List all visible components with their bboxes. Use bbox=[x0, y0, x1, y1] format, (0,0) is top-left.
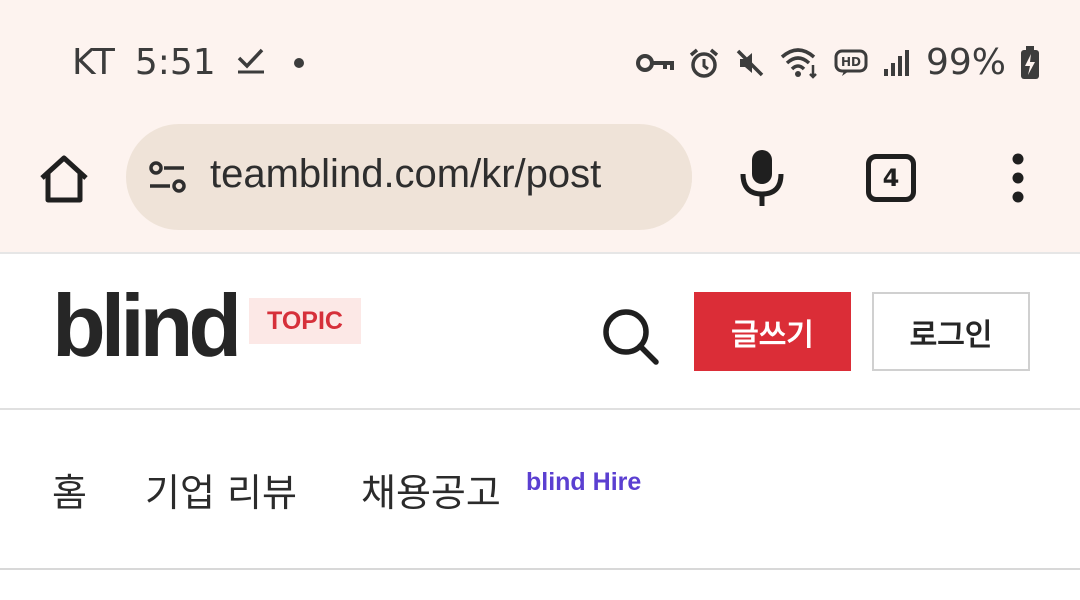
browser-toolbar: teamblind.com/kr/post 4 bbox=[0, 124, 1080, 232]
nav-job-postings[interactable]: 채용공고 bbox=[361, 462, 501, 517]
carrier-label: KT bbox=[72, 42, 115, 83]
svg-text:HD: HD bbox=[841, 55, 861, 69]
login-button[interactable]: 로그인 bbox=[872, 292, 1030, 371]
status-left: KT 5:51 bbox=[72, 42, 304, 83]
main-nav: 홈 기업 리뷰 채용공고 blind Hire bbox=[0, 410, 1080, 570]
battery-charging-icon bbox=[1020, 45, 1040, 80]
blind-hire-badge[interactable]: blind Hire bbox=[526, 468, 641, 497]
task-check-icon bbox=[236, 42, 266, 83]
signal-icon bbox=[882, 49, 912, 77]
microphone-icon[interactable] bbox=[738, 148, 786, 208]
alarm-icon bbox=[688, 47, 720, 79]
blind-logo[interactable]: blind bbox=[52, 282, 242, 370]
mute-icon bbox=[734, 47, 766, 79]
status-right: HD 99% bbox=[635, 42, 1040, 83]
clock: 5:51 bbox=[134, 42, 216, 83]
search-icon[interactable] bbox=[600, 306, 660, 366]
wifi-icon bbox=[780, 47, 820, 79]
site-header: blind TOPIC 글쓰기 로그인 bbox=[0, 252, 1080, 410]
nav-company-reviews[interactable]: 기업 리뷰 bbox=[145, 462, 297, 517]
hd-voice-icon: HD bbox=[834, 49, 868, 77]
url-text[interactable]: teamblind.com/kr/post bbox=[210, 152, 601, 197]
tab-switcher-button[interactable]: 4 bbox=[866, 154, 916, 202]
home-icon[interactable] bbox=[36, 152, 92, 208]
status-bar: KT 5:51 HD 99% bbox=[0, 30, 1080, 96]
write-post-button[interactable]: 글쓰기 bbox=[694, 292, 851, 371]
url-fade bbox=[642, 124, 692, 230]
url-bar[interactable]: teamblind.com/kr/post bbox=[126, 124, 692, 230]
browser-chrome: KT 5:51 HD 99% teamblind.com/kr/post 4 bbox=[0, 0, 1080, 252]
more-menu-icon[interactable] bbox=[1004, 152, 1032, 204]
topic-badge[interactable]: TOPIC bbox=[249, 298, 361, 344]
vpn-key-icon bbox=[635, 50, 674, 76]
battery-percent: 99% bbox=[925, 42, 1006, 83]
nav-home[interactable]: 홈 bbox=[52, 462, 87, 517]
notification-dot-icon bbox=[293, 57, 304, 68]
site-settings-icon[interactable] bbox=[148, 158, 188, 198]
